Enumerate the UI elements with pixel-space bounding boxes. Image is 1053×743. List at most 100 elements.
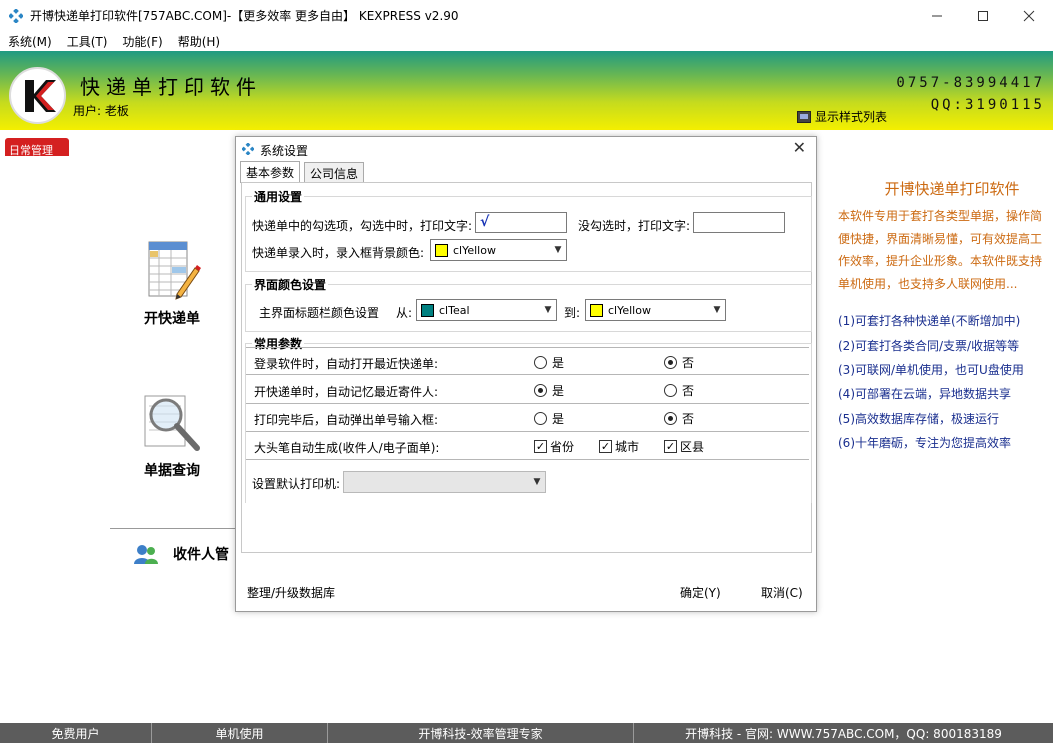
tab-daily-management[interactable]: 日常管理 [5,138,69,157]
upgrade-db-button[interactable]: 整理/升级数据库 [247,584,335,601]
checkbox-label: 区县 [680,440,705,454]
checkbox-district[interactable]: ✓ 区县 [664,438,704,455]
tab-company-info[interactable]: 公司信息 [304,162,365,182]
style-list-label: 显示样式列表 [815,110,888,124]
tab-daily-label: 日常管理 [9,144,53,157]
radio-no-label: 否 [682,412,695,426]
left-divider [110,528,238,529]
window-title: 开博快递单打印软件[757ABC.COM]-【更多效率 更多自由】 KEXPRE… [30,9,459,23]
product-description: 开博快递单打印软件 本软件专用于套打各类型单据，操作简便快捷，界面清晰易懂，可有… [838,178,1044,455]
maximize-icon[interactable] [960,0,1006,31]
radio-checked-icon [664,412,677,425]
checked-text-input[interactable]: √ [475,212,567,233]
description-heading: 开博快递单打印软件 [884,180,1020,198]
checkbox-province[interactable]: ✓ 省份 [534,438,574,455]
setting-row-label: 打印完毕后，自动弹出单号输入框: [254,413,439,427]
checkbox-city[interactable]: ✓ 城市 [599,438,639,455]
bg-color-value: clYellow [453,243,496,257]
radio-circle-icon [534,412,547,425]
receiver-label: 收件人管 [173,547,229,563]
window-titlebar: 开博快递单打印软件[757ABC.COM]-【更多效率 更多自由】 KEXPRE… [0,0,1053,31]
header-banner: 快递单打印软件 用户: 老板 0757-83994417 QQ:3190115 … [0,51,1053,130]
menu-function[interactable]: 功能(F) [114,31,169,51]
minimize-icon[interactable] [914,0,960,31]
menu-tools[interactable]: 工具(T) [59,31,115,51]
dialog-footer: 整理/升级数据库 确定(Y) 取消(C) [236,579,816,601]
feature-item: (2)可套打各类合同/支票/收据等等 [838,338,1020,353]
feature-item: (4)可部署在云端，异地数据共享 [838,387,1011,402]
feature-item: (1)可套打各种快递单(不断增加中) [838,314,1021,329]
open-waybill-label: 开快递单 [144,311,200,327]
color-swatch [421,303,434,317]
setting-row: 打印完毕后，自动弹出单号输入框: 是 否 [246,404,809,432]
close-icon[interactable] [1006,0,1052,31]
phone-number: 0757-83994417 [896,75,1045,91]
setting-row: 大头笔自动生成(收件人/电子面单): ✓ 省份 ✓ 城市 ✓ 区县 [246,432,809,460]
feature-list: (1)可套打各种快递单(不断增加中) (2)可套打各类合同/支票/收据等等 (3… [838,309,1044,455]
ui-color-heading: 界面颜色设置 [252,276,329,293]
menu-system[interactable]: 系统(M) [0,31,59,51]
setting-row-label: 开快递单时，自动记忆最近寄件人: [254,385,439,399]
from-label: 从: [396,306,413,320]
printer-select[interactable]: ▼ [343,471,546,493]
from-color-select[interactable]: clTeal ▼ [416,299,557,321]
radio-circle-icon [664,384,677,397]
checkbox-label: 城市 [615,440,640,454]
status-user-type: 免费用户 [0,723,152,743]
radio-no[interactable]: 否 [664,354,694,371]
settings-dialog: 系统设置 ✕ 基本参数 公司信息 通用设置 快递单中的勾选项，勾选中时，打印文字… [235,136,817,612]
printer-label: 设置默认打印机: [252,477,341,491]
dialog-titlebar: 系统设置 ✕ [236,137,816,161]
radio-yes-label: 是 [552,412,565,426]
radio-checked-icon [664,356,677,369]
style-list-button[interactable]: 显示样式列表 [797,108,887,125]
tab-page-basic: 通用设置 快递单中的勾选项，勾选中时，打印文字: √ 没勾选时，打印文字: 快递… [241,182,812,553]
users-icon [134,545,158,564]
radio-yes[interactable]: 是 [534,354,564,371]
setting-row: 开快递单时，自动记忆最近寄件人: 是 否 [246,376,809,404]
unchecked-text-input[interactable] [693,212,785,233]
cancel-button[interactable]: 取消(C) [761,584,803,601]
radio-yes-label: 是 [552,356,565,370]
general-heading: 通用设置 [252,188,305,205]
spreadsheet-icon [148,241,201,300]
dialog-close-icon[interactable]: ✕ [793,138,806,157]
status-mode: 单机使用 [152,723,328,743]
menu-help[interactable]: 帮助(H) [170,31,227,51]
radio-no-label: 否 [682,384,695,398]
ok-button[interactable]: 确定(Y) [680,584,721,601]
to-color-select[interactable]: clYellow ▼ [585,299,726,321]
open-waybill-button[interactable]: 开快递单 [141,238,203,328]
radio-no[interactable]: 否 [664,382,694,399]
chevron-down-icon: ▼ [713,305,721,315]
checkmark-icon: ✓ [664,440,677,453]
checkmark-icon: ✓ [534,440,547,453]
radio-yes-label: 是 [552,384,565,398]
dialog-title: 系统设置 [260,144,309,158]
capital-label: 大头笔自动生成(收件人/电子面单): [254,441,440,455]
chevron-down-icon: ▼ [544,305,552,315]
radio-circle-icon [534,356,547,369]
app-icon [9,9,23,23]
feature-item: (3)可联网/单机使用，也可U盘使用 [838,362,1024,377]
description-intro: 本软件专用于套打各类型单据，操作简便快捷，界面清晰易懂，可有效提高工作效率，提升… [838,209,1043,291]
ui-color-group: 界面颜色设置 主界面标题栏颜色设置 从: clTeal ▼ 到: clYello… [245,276,812,332]
menu-bar: 系统(M) 工具(T) 功能(F) 帮助(H) [0,31,1053,51]
to-color-value: clYellow [608,303,651,317]
query-button[interactable]: 单据查询 [141,390,203,480]
radio-yes[interactable]: 是 [534,410,564,427]
brand-title: 快递单打印软件 [80,75,262,99]
app-logo [9,67,66,124]
radio-no[interactable]: 否 [664,410,694,427]
tab-basic-params[interactable]: 基本参数 [240,161,301,183]
bg-color-select[interactable]: clYellow ▼ [430,239,567,261]
feature-item: (6)十年磨砺，专注为您提高效率 [838,435,1011,450]
monitor-icon [797,110,811,123]
current-user: 用户: 老板 [73,104,129,118]
receiver-management-button[interactable]: 收件人管 [133,543,229,565]
to-label: 到: [564,306,581,320]
qq-number: QQ:3190115 [930,97,1045,113]
bg-color-label: 快递单录入时，录入框背景颜色: [252,246,425,260]
unchecked-text-label: 没勾选时，打印文字: [578,219,691,233]
radio-yes[interactable]: 是 [534,382,564,399]
